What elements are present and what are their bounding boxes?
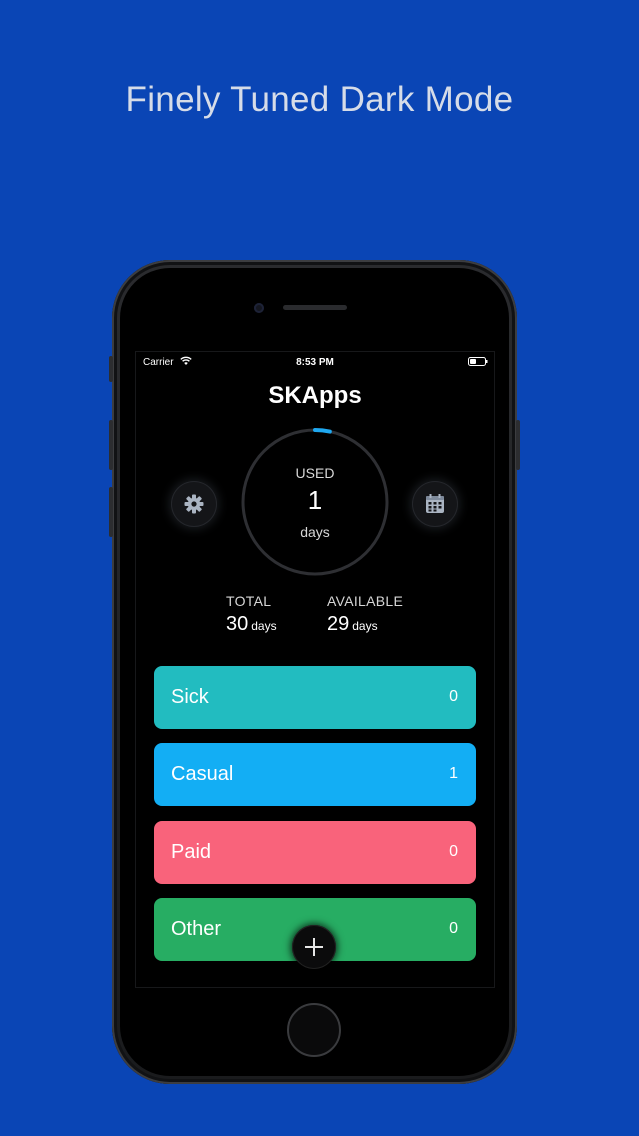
leave-count: 1 — [449, 765, 458, 782]
settings-button[interactable] — [171, 481, 217, 527]
calendar-button[interactable] — [412, 481, 458, 527]
used-label: USED — [295, 465, 335, 481]
total-value-line: 30 days — [226, 613, 277, 636]
total-unit: days — [251, 619, 277, 633]
calendar-icon — [426, 494, 444, 513]
leave-name: Sick — [171, 686, 209, 708]
leave-row-paid[interactable]: Paid 0 — [154, 821, 476, 884]
available-value: 29 — [327, 613, 350, 635]
app-screen: Carrier 8:53 PM SKApps USED 1 days TOTAL… — [136, 352, 494, 987]
leave-name: Paid — [171, 841, 212, 863]
mute-switch — [109, 356, 113, 382]
total-label: TOTAL — [226, 593, 272, 609]
earpiece-speaker — [283, 305, 347, 310]
volume-up-button — [109, 420, 113, 470]
leave-name: Casual — [171, 763, 234, 785]
promo-headline: Finely Tuned Dark Mode — [125, 80, 514, 119]
volume-down-button — [109, 487, 113, 537]
used-value: 1 — [307, 485, 323, 515]
total-stat: TOTAL 30 days — [226, 593, 277, 636]
progress-arc — [313, 428, 332, 434]
leave-name: Other — [171, 918, 222, 940]
leave-count: 0 — [449, 920, 458, 937]
available-label: AVAILABLE — [327, 593, 404, 609]
add-leave-button[interactable] — [292, 925, 336, 969]
status-time: 8:53 PM — [296, 357, 334, 368]
available-stat: AVAILABLE 29 days — [327, 593, 403, 636]
leave-row-casual[interactable]: Casual 1 — [154, 743, 476, 806]
front-camera — [254, 303, 264, 313]
available-unit: days — [352, 619, 378, 633]
gear-icon — [184, 494, 204, 514]
plus-icon — [305, 938, 323, 956]
available-value-line: 29 days — [327, 613, 403, 636]
leave-count: 0 — [449, 688, 458, 705]
used-unit: days — [300, 524, 330, 540]
total-value: 30 — [226, 613, 249, 635]
home-button — [287, 1003, 341, 1057]
app-title: SKApps — [268, 382, 362, 409]
leave-count: 0 — [449, 843, 458, 860]
status-bar: Carrier 8:53 PM — [136, 352, 494, 372]
used-days-ring: USED 1 days — [240, 427, 390, 577]
power-button — [516, 420, 520, 470]
battery-icon — [468, 357, 488, 366]
leave-row-sick[interactable]: Sick 0 — [154, 666, 476, 729]
